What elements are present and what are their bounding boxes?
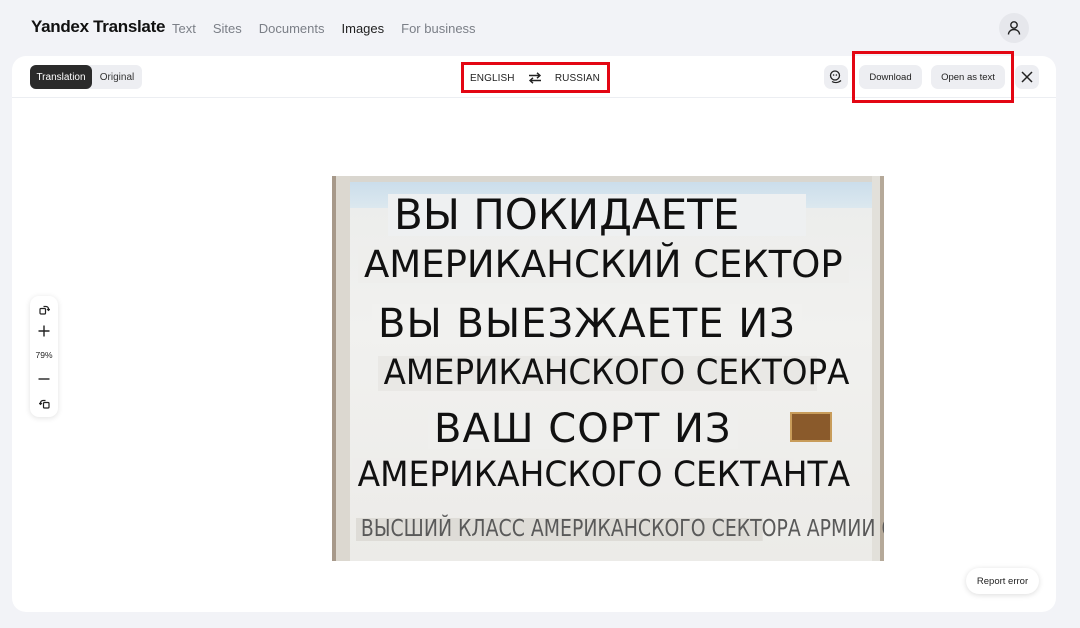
view-toggle: Translation Original — [30, 65, 142, 89]
nav-images[interactable]: Images — [342, 21, 385, 36]
nav-for-business[interactable]: For business — [401, 21, 475, 36]
rotate-button[interactable] — [34, 300, 54, 318]
brand-logo[interactable]: Yandex Translate — [31, 17, 165, 37]
image-top-edge — [332, 176, 884, 182]
feedback-button[interactable] — [824, 65, 848, 89]
swap-icon — [528, 72, 541, 84]
zoom-out-button[interactable] — [34, 370, 54, 388]
close-button[interactable] — [1015, 65, 1039, 89]
image-toolbar: Translation Original ENGLISH RUSSIAN Dow… — [12, 56, 1056, 98]
nav-text[interactable]: Text — [172, 21, 196, 36]
zoom-controls: 79% — [30, 296, 58, 417]
image-frame-right — [880, 176, 884, 561]
open-as-text-button[interactable]: Open as text — [931, 65, 1005, 89]
fit-icon — [38, 399, 50, 409]
user-avatar-button[interactable] — [999, 13, 1029, 43]
sign-line-5: ВАШ СОРТ ИЗ — [428, 409, 738, 449]
zoom-in-icon — [38, 325, 50, 337]
translation-panel: Translation Original ENGLISH RUSSIAN Dow… — [12, 56, 1056, 612]
sign-line-2: АМЕРИКАНСКИЙ СЕКТОР — [358, 246, 849, 283]
image-strip-right — [872, 176, 880, 561]
page-scrollbar[interactable] — [1071, 40, 1079, 610]
image-strip-left — [336, 176, 350, 561]
sign-line-3: ВЫ ВЫЕЗЖАЕТЕ ИЗ — [372, 304, 802, 344]
brass-plaque — [790, 412, 832, 442]
tab-translation[interactable]: Translation — [30, 65, 92, 89]
close-icon — [1021, 71, 1033, 83]
sign-line-1: ВЫ ПОКИДАЕТЕ — [388, 194, 806, 236]
download-button[interactable]: Download — [859, 65, 922, 89]
sign-line-7: ВЫСШИЙ КЛАСС АМЕРИКАНСКОГО СЕКТОРА АРМИИ… — [356, 518, 884, 541]
source-language-button[interactable]: ENGLISH — [470, 73, 515, 84]
user-icon — [1007, 21, 1021, 35]
zoom-out-icon — [38, 378, 50, 380]
nav-documents[interactable]: Documents — [259, 21, 325, 36]
fit-button[interactable] — [34, 394, 54, 412]
main-nav: Text Sites Documents Images For business — [172, 21, 493, 36]
translated-image: ВЫ ПОКИДАЕТЕ АМЕРИКАНСКИЙ СЕКТОР ВЫ ВЫЕЗ… — [332, 176, 884, 561]
rotate-icon — [38, 305, 50, 315]
report-error-button[interactable]: Report error — [966, 568, 1039, 594]
target-language-button[interactable]: RUSSIAN — [555, 73, 600, 84]
tab-original[interactable]: Original — [92, 65, 142, 89]
swap-languages-button[interactable] — [527, 70, 543, 86]
nav-sites[interactable]: Sites — [213, 21, 242, 36]
language-selector: ENGLISH RUSSIAN — [462, 64, 608, 92]
zoom-in-button[interactable] — [34, 322, 54, 340]
zoom-level: 79% — [35, 350, 53, 360]
top-bar: Yandex Translate Text Sites Documents Im… — [0, 0, 1080, 56]
sign-line-6: АМЕРИКАНСКОГО СЕКТАНТА — [352, 458, 850, 493]
sign-line-4: АМЕРИКАНСКОГО СЕКТОРА — [378, 356, 849, 391]
feedback-icon — [829, 70, 842, 84]
